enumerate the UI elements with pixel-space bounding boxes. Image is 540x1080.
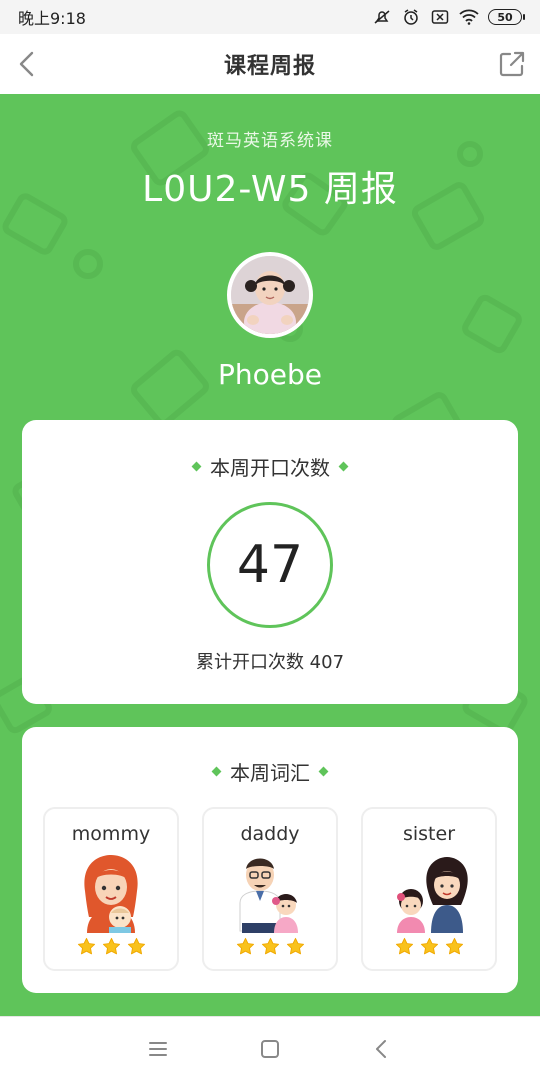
chevron-left-icon[interactable] [12,48,44,80]
star-icon [395,937,413,955]
daddy-illustration [239,858,298,933]
back-icon[interactable] [370,1037,394,1061]
speaking-title: 本周开口次数 [210,456,330,480]
battery-icon: 50 [488,9,525,25]
word-card-mommy[interactable]: mommy [43,807,179,971]
diamond-icon [211,766,222,777]
word-card-daddy[interactable]: daddy [202,807,338,971]
word-label: sister [402,823,456,845]
alarm-icon [401,8,421,26]
status-bar: 晚上9:18 50 [0,0,540,34]
speaking-card: 本周开口次数 47 累计开口次数 407 [22,420,518,704]
star-icon [445,937,463,955]
star-icon [261,937,279,955]
star-icon [127,937,145,955]
diamond-icon [338,461,349,472]
share-icon[interactable] [496,48,528,80]
speaking-count-value: 47 [236,535,304,595]
course-name: 斑马英语系统课 [207,131,333,151]
star-icon [102,937,120,955]
report-background: 斑马英语系统课 L0U2-W5 周报 Phoebe 本周开口次数 47 累计开口… [0,94,540,1016]
sister-illustration [397,857,468,933]
status-time: 晚上9:18 [18,9,86,28]
top-nav-bar: 课程周报 [0,34,540,94]
weekly-speaking-count: 47 [207,502,333,628]
star-icon [420,937,438,955]
mommy-illustration [84,855,138,933]
battery-level: 50 [497,10,513,24]
system-nav-bar [0,1016,540,1080]
wifi-icon [459,8,479,26]
vocabulary-title: 本周词汇 [230,761,310,785]
vocabulary-card: 本周词汇 mommy daddy sister [22,727,518,993]
home-icon[interactable] [258,1037,282,1061]
star-rating [363,937,495,956]
star-icon [77,937,95,955]
vocabulary-card-header: 本周词汇 [22,757,518,786]
star-icon [236,937,254,955]
total-speaking-count: 累计开口次数 407 [195,652,345,673]
menu-icon[interactable] [146,1037,170,1061]
star-rating [45,937,177,956]
star-rating [204,937,336,956]
mute-icon [372,8,392,26]
avatar [227,252,313,338]
word-card-sister[interactable]: sister [361,807,497,971]
student-name: Phoebe [218,358,322,391]
report-title: L0U2-W5 周报 [142,169,398,210]
star-icon [286,937,304,955]
word-label: mommy [71,823,151,845]
sim-off-icon [430,8,450,26]
page-title: 课程周报 [223,54,316,79]
speaking-card-header: 本周开口次数 [22,452,518,481]
word-label: daddy [240,823,300,845]
diamond-icon [318,766,329,777]
diamond-icon [191,461,202,472]
